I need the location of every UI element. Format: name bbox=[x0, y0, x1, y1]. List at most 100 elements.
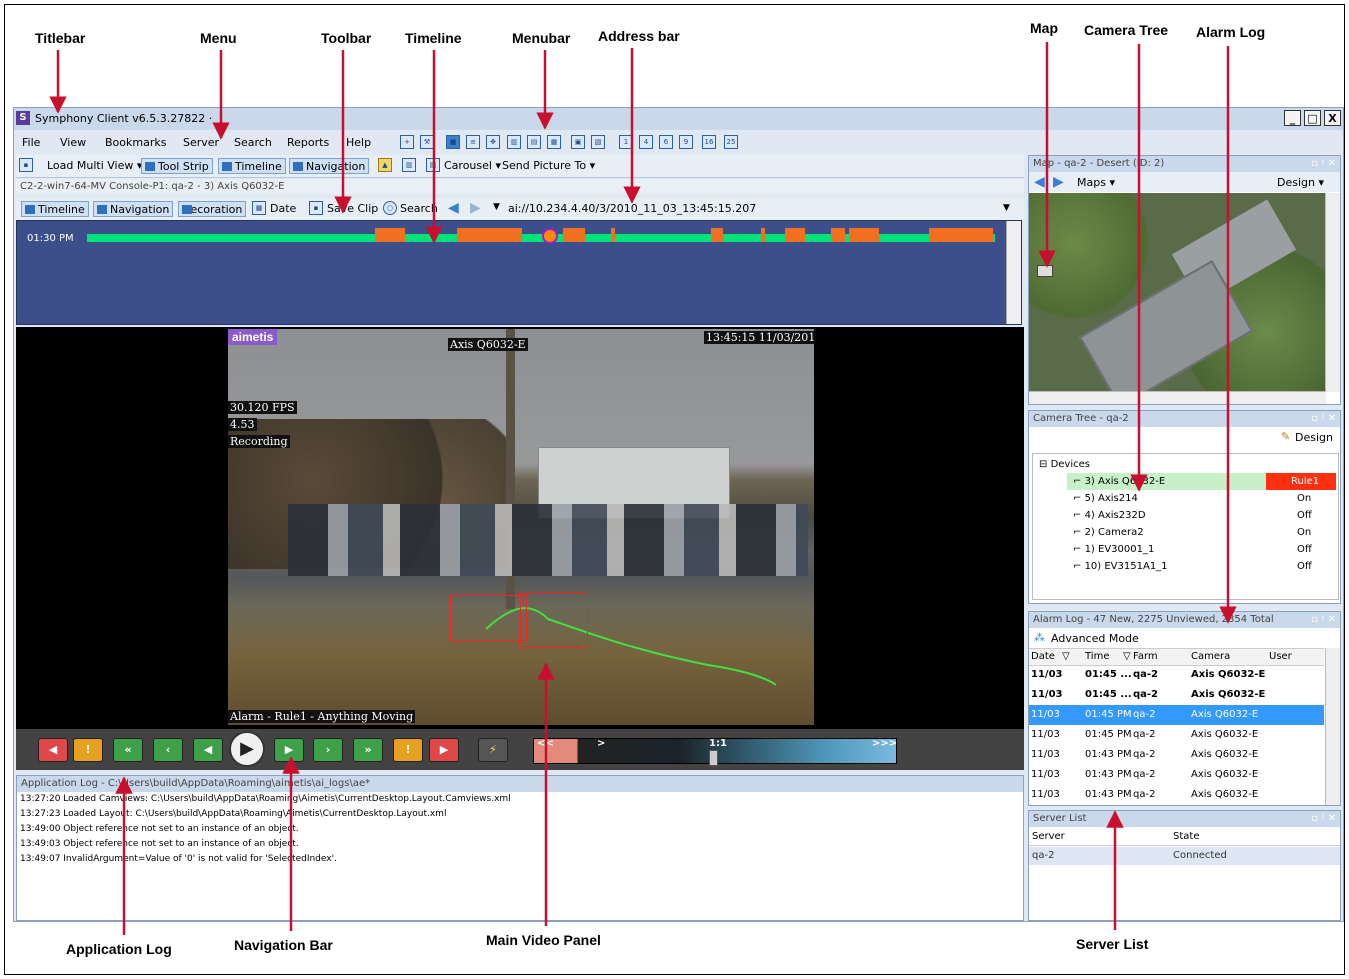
previous-alarm-button[interactable]: ! bbox=[73, 738, 103, 762]
ptz-move-icon[interactable]: ✥ bbox=[486, 135, 500, 149]
maps-dropdown-button[interactable]: Maps ▾ bbox=[1077, 176, 1115, 189]
layout-split-icon[interactable]: ▦ bbox=[547, 135, 561, 149]
advanced-mode-button[interactable]: Advanced Mode bbox=[1051, 632, 1139, 645]
grid-9-icon[interactable]: 9 bbox=[679, 135, 693, 149]
tree-device-row[interactable]: ⌐ 3) Axis Q6032-E Rule1 bbox=[1033, 473, 1336, 490]
col-camera[interactable]: Camera bbox=[1191, 649, 1230, 665]
layout-side-icon[interactable]: ▥ bbox=[507, 135, 521, 149]
panel-controls-icon[interactable]: ▫ ⁝ ✕ bbox=[1311, 811, 1336, 827]
load-multi-view-button[interactable]: Load Multi View ▾ bbox=[47, 158, 142, 174]
map-horizontal-scrollbar[interactable] bbox=[1029, 391, 1326, 404]
layout-panel-icon[interactable]: ▤ bbox=[527, 135, 541, 149]
tree-device-row[interactable]: ⌐ 4) Axis232D Off bbox=[1033, 507, 1343, 524]
tree-device-row[interactable]: ⌐ 10) EV3151A1_1 Off bbox=[1033, 558, 1343, 575]
col-server[interactable]: Server bbox=[1032, 828, 1065, 845]
alarm-row[interactable]: 11/03 01:43 PM qa-2 Axis Q6032-E bbox=[1029, 785, 1324, 805]
grid-4-icon[interactable]: 4 bbox=[639, 135, 653, 149]
carousel-button[interactable]: Carousel ▾ bbox=[444, 158, 501, 174]
address-input[interactable]: ai://10.234.4.40/3/2010_11_03_13:45:15.2… bbox=[508, 201, 756, 217]
view-timeline-button[interactable]: Timeline bbox=[21, 201, 89, 217]
live-button[interactable]: ⚡ bbox=[478, 738, 508, 762]
tree-device-row[interactable]: ⌐ 5) Axis214 On bbox=[1033, 490, 1343, 507]
alarm-row[interactable]: 11/03 01:45 PM qa-2 Axis Q6032-E bbox=[1029, 725, 1324, 745]
server-row[interactable]: qa-2 Connected bbox=[1029, 847, 1340, 865]
alarm-row[interactable]: 11/03 01:43 PM qa-2 Axis Q6032-E bbox=[1029, 765, 1324, 785]
send-picture-to-button[interactable]: Send Picture To ▾ bbox=[502, 158, 595, 174]
alarm-row-selected[interactable]: 11/03 01:45 PM qa-2 Axis Q6032-E bbox=[1029, 705, 1324, 725]
col-time[interactable]: Time bbox=[1085, 649, 1109, 665]
speed-slider-thumb[interactable] bbox=[709, 750, 718, 766]
tool-strip-button[interactable]: Tool Strip bbox=[141, 158, 213, 174]
lock-icon[interactable]: ▲ bbox=[378, 158, 392, 172]
col-user[interactable]: User bbox=[1269, 649, 1292, 665]
view-navigation-button[interactable]: Navigation bbox=[93, 201, 174, 217]
panel-controls-icon[interactable]: ▫ ⁝ ✕ bbox=[1311, 156, 1336, 172]
menu-help[interactable]: Help bbox=[346, 136, 371, 149]
timeline-panel[interactable]: 01:30 PM bbox=[16, 220, 1022, 325]
close-button[interactable]: X bbox=[1324, 110, 1341, 126]
grid-16-icon[interactable]: 16 bbox=[702, 135, 716, 149]
col-farm[interactable]: Farm bbox=[1133, 649, 1158, 665]
timeline-toggle-button[interactable]: Timeline bbox=[218, 158, 286, 174]
rewind-button[interactable]: ◀ bbox=[193, 738, 223, 762]
alarm-row[interactable]: 11/03 01:43 PM qa-2 Axis Q6032-E bbox=[1029, 745, 1324, 765]
menu-bookmarks[interactable]: Bookmarks bbox=[105, 136, 166, 149]
alarm-log-scrollbar[interactable] bbox=[1325, 648, 1340, 805]
menu-view[interactable]: View bbox=[60, 136, 86, 149]
add-camera-icon[interactable]: + bbox=[400, 135, 414, 149]
sort-icon[interactable]: ▽ bbox=[1062, 649, 1070, 665]
decoration-button[interactable]: Decoration bbox=[178, 201, 247, 217]
map-vertical-scrollbar[interactable] bbox=[1325, 193, 1340, 392]
tools-icon[interactable]: ⚒ bbox=[420, 135, 434, 149]
step-forward-button[interactable]: › bbox=[313, 738, 343, 762]
panel-controls-icon[interactable]: ▫ ⁝ ✕ bbox=[1311, 612, 1336, 628]
layout-list-icon[interactable]: ≡ bbox=[466, 135, 480, 149]
date-button[interactable]: Date bbox=[270, 201, 296, 217]
menu-server[interactable]: Server bbox=[183, 136, 219, 149]
tree-device-row[interactable]: ⌐ 2) Camera2 On bbox=[1033, 524, 1343, 541]
step-back-button[interactable]: ‹ bbox=[153, 738, 183, 762]
next-alarm-button[interactable]: ! bbox=[393, 738, 423, 762]
grid-6-icon[interactable]: 6 bbox=[659, 135, 673, 149]
forward-button[interactable]: ▶ bbox=[274, 738, 304, 762]
play-button[interactable]: ▶ bbox=[229, 731, 265, 767]
forward-arrow-icon[interactable]: ▶ bbox=[470, 200, 481, 216]
grid-25-icon[interactable]: 25 bbox=[724, 135, 738, 149]
map-forward-icon[interactable]: ▶ bbox=[1053, 174, 1064, 190]
search-button[interactable]: Search bbox=[400, 201, 438, 217]
alarm-row[interactable]: 11/03 01:45 ... qa-2 Axis Q6032-E bbox=[1029, 685, 1324, 705]
layout-log-icon[interactable]: ▧ bbox=[591, 135, 605, 149]
map-camera-icon[interactable] bbox=[1037, 265, 1053, 277]
menu-file[interactable]: File bbox=[22, 136, 40, 149]
history-dropdown-icon[interactable]: ▼ bbox=[493, 202, 500, 212]
minimize-button[interactable]: _ bbox=[1284, 110, 1301, 126]
maximize-button[interactable]: □ bbox=[1304, 110, 1321, 126]
save-clip-button[interactable]: Save Clip bbox=[327, 201, 378, 217]
tree-root-devices[interactable]: ⊟ Devices bbox=[1033, 456, 1349, 473]
panel-controls-icon[interactable]: ▫ ⁝ ✕ bbox=[1311, 411, 1336, 427]
camera-video-feed[interactable]: aimetis Axis Q6032-E 13:45:15 11/03/2010… bbox=[228, 329, 814, 725]
main-video-panel[interactable]: aimetis Axis Q6032-E 13:45:15 11/03/2010… bbox=[16, 327, 1024, 770]
menu-reports[interactable]: Reports bbox=[287, 136, 329, 149]
layout-single-icon[interactable]: ■ bbox=[446, 135, 460, 149]
video-wall-icon[interactable]: ▥ bbox=[402, 158, 416, 172]
alarm-row[interactable]: 11/03 01:45 ... qa-2 Axis Q6032-E bbox=[1029, 665, 1324, 685]
menu-search[interactable]: Search bbox=[234, 136, 272, 149]
map-back-icon[interactable]: ◀ bbox=[1034, 174, 1045, 190]
first-alarm-button[interactable]: ◀ bbox=[38, 738, 68, 762]
navigation-toggle-button[interactable]: Navigation bbox=[289, 158, 370, 174]
step-forward-large-button[interactable]: » bbox=[353, 738, 383, 762]
tree-device-row[interactable]: ⌐ 1) EV30001_1 Off bbox=[1033, 541, 1343, 558]
layout-alarm-icon[interactable]: ▣ bbox=[571, 135, 585, 149]
step-back-large-button[interactable]: « bbox=[113, 738, 143, 762]
last-alarm-button[interactable]: ▶ bbox=[429, 738, 459, 762]
map-image[interactable] bbox=[1029, 193, 1326, 392]
timeline-cursor[interactable] bbox=[542, 228, 558, 244]
save-layout-icon[interactable]: ▪ bbox=[19, 158, 33, 172]
timeline-scrollbar[interactable] bbox=[1006, 221, 1021, 324]
sort-icon[interactable]: ▽ bbox=[1123, 649, 1131, 665]
back-arrow-icon[interactable]: ◀ bbox=[448, 200, 459, 216]
address-dropdown-icon[interactable]: ▼ bbox=[1003, 203, 1010, 213]
carousel-icon[interactable]: ▤ bbox=[426, 158, 440, 172]
col-state[interactable]: State bbox=[1173, 828, 1199, 845]
